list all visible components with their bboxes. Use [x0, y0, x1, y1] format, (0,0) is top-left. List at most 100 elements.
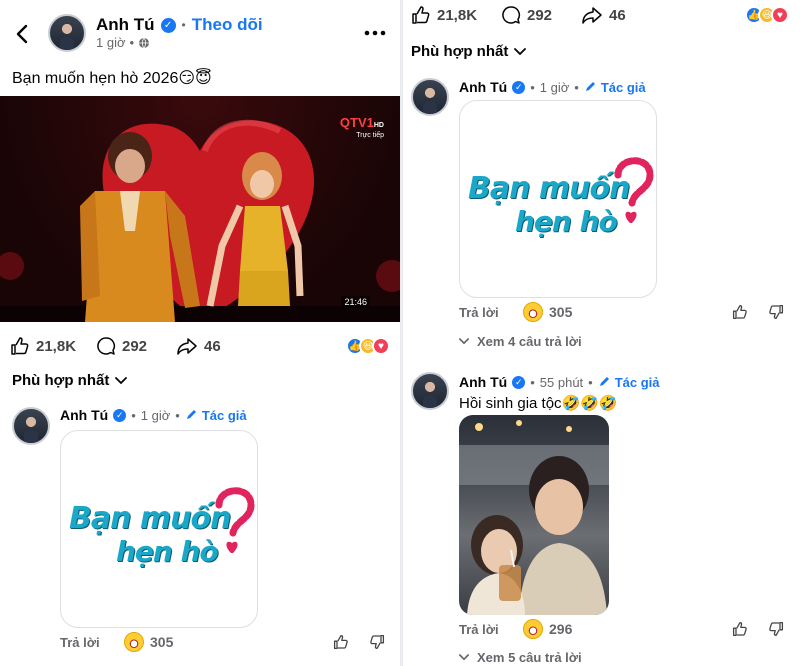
heart-question-icon [614, 157, 654, 223]
reaction-summary[interactable]: 👍 😆 ♥ [745, 6, 789, 24]
channel-logo: QTV1HD Trực tiếp [340, 114, 384, 139]
comment-icon [97, 337, 116, 355]
comment-sticker[interactable]: Bạn muốn hẹn hò [459, 100, 657, 298]
comment-author[interactable]: Anh Tú [60, 407, 108, 423]
comment-sticker[interactable]: Bạn muốn hẹn hò [60, 430, 258, 628]
post-panel: Anh Tú ✓ • Theo dõi 1 giờ • Bạn muốn hẹn… [0, 0, 400, 666]
post-header: Anh Tú ✓ • Theo dõi [96, 15, 263, 35]
dot-separator: • [530, 374, 535, 390]
post-video[interactable]: QTV1HD Trực tiếp 21:46 [0, 96, 400, 322]
dot-separator: • [175, 407, 180, 423]
like-icon[interactable] [330, 634, 352, 650]
author-badge: Tác giả [600, 79, 646, 95]
comment-photo[interactable] [459, 415, 609, 615]
verified-icon: ✓ [512, 375, 526, 389]
love-reaction-icon: ♥ [771, 6, 789, 24]
follow-button[interactable]: Theo dõi [192, 15, 263, 35]
back-arrow-icon[interactable] [10, 20, 34, 48]
reaction-count[interactable]: 305 [150, 634, 173, 650]
comment-avatar[interactable] [411, 78, 449, 116]
verified-icon: ✓ [113, 408, 127, 422]
reply-button[interactable]: Trả lời [60, 635, 124, 650]
post-actions: 21,8K 292 46 👍 😆 ♥ [411, 4, 789, 26]
like-icon[interactable] [729, 304, 751, 320]
view-replies-button[interactable]: Xem 5 câu trả lời [459, 650, 582, 665]
author-badge: Tác giả [614, 374, 660, 390]
chevron-down-icon [514, 47, 527, 55]
reaction-count[interactable]: 296 [549, 621, 572, 637]
share-icon [177, 338, 197, 355]
view-replies-label: Xem 4 câu trả lời [477, 334, 582, 349]
sort-selector[interactable]: Phù hợp nhất [411, 43, 527, 60]
comment-footer: Trả lời 305 [459, 302, 787, 322]
comment-text: Hồi sinh gia tộc🤣🤣🤣 [459, 395, 618, 412]
like-icon [11, 337, 29, 355]
dot-separator: • [588, 374, 593, 390]
verified-icon: ✓ [512, 80, 526, 94]
chevron-down-icon [115, 376, 128, 384]
share-icon [582, 7, 602, 24]
like-button[interactable]: 21,8K [10, 336, 96, 356]
dislike-icon[interactable] [765, 621, 787, 637]
heart-question-icon [215, 487, 255, 553]
video-time: 21:46 [341, 296, 370, 308]
haha-reaction-icon [523, 619, 543, 639]
post-author-name[interactable]: Anh Tú [96, 15, 155, 35]
like-button[interactable]: 21,8K [411, 5, 501, 25]
post-meta: 1 giờ • [96, 35, 150, 50]
chevron-down-icon [459, 338, 469, 345]
selfie-scene [459, 420, 609, 615]
view-replies-button[interactable]: Xem 4 câu trả lời [459, 334, 582, 349]
reply-button[interactable]: Trả lời [459, 305, 523, 320]
like-icon[interactable] [729, 621, 751, 637]
comment-button[interactable]: 292 [501, 5, 581, 25]
comment-time: 1 giờ [140, 407, 171, 423]
comment-time: 1 giờ [539, 79, 570, 95]
comment-icon [502, 6, 521, 24]
reaction-summary[interactable]: 👍 😆 ♥ [346, 337, 390, 355]
comment-time: 55 phút [539, 374, 584, 390]
comment-footer: Trả lời 296 [459, 619, 787, 639]
comment-footer: Trả lời 305 [60, 632, 388, 652]
sticker-line1: Bạn muốn [69, 501, 231, 536]
post-caption: Bạn muốn hẹn hò 2026😏😇 [12, 70, 212, 87]
sort-selector[interactable]: Phù hợp nhất [12, 372, 128, 389]
share-count: 46 [609, 6, 626, 24]
pencil-icon [584, 81, 596, 93]
like-count: 21,8K [437, 6, 478, 24]
comment-count: 292 [122, 337, 148, 355]
comments-panel: 21,8K 292 46 👍 😆 ♥ Phù hợp nhất Anh Tú ✓… [403, 0, 800, 666]
sticker-line2: hẹn hò [116, 535, 219, 568]
comment-button[interactable]: 292 [96, 336, 176, 356]
dot-separator: • [574, 79, 579, 95]
comment-header: Anh Tú ✓ • 55 phút • Tác giả [459, 374, 660, 390]
post-time: 1 giờ [96, 35, 126, 50]
dislike-icon[interactable] [765, 304, 787, 320]
sticker-line1: Bạn muốn [468, 171, 630, 206]
comment-avatar[interactable] [411, 372, 449, 410]
comment-count: 292 [527, 6, 553, 24]
dot-separator: • [129, 35, 135, 50]
live-label: Trực tiếp [356, 132, 384, 139]
post-author-avatar[interactable] [48, 14, 86, 52]
share-count: 46 [204, 337, 221, 355]
reply-button[interactable]: Trả lời [459, 622, 523, 637]
author-badge: Tác giả [201, 407, 247, 423]
share-button[interactable]: 46 [176, 336, 256, 356]
comment-avatar[interactable] [12, 407, 50, 445]
love-reaction-icon: ♥ [372, 337, 390, 355]
comment-header: Anh Tú ✓ • 1 giờ • Tác giả [459, 79, 646, 95]
dot-separator: • [131, 407, 136, 423]
reaction-count[interactable]: 305 [549, 304, 572, 320]
like-count: 21,8K [36, 337, 77, 355]
sticker-line2: hẹn hò [515, 205, 618, 238]
channel-name: QTV1 [339, 115, 374, 130]
comment-author[interactable]: Anh Tú [459, 374, 507, 390]
dislike-icon[interactable] [366, 634, 388, 650]
comment-author[interactable]: Anh Tú [459, 79, 507, 95]
haha-reaction-icon [124, 632, 144, 652]
haha-reaction-icon [523, 302, 543, 322]
share-button[interactable]: 46 [581, 5, 661, 25]
sort-label: Phù hợp nhất [411, 43, 509, 60]
more-icon[interactable] [360, 22, 390, 44]
